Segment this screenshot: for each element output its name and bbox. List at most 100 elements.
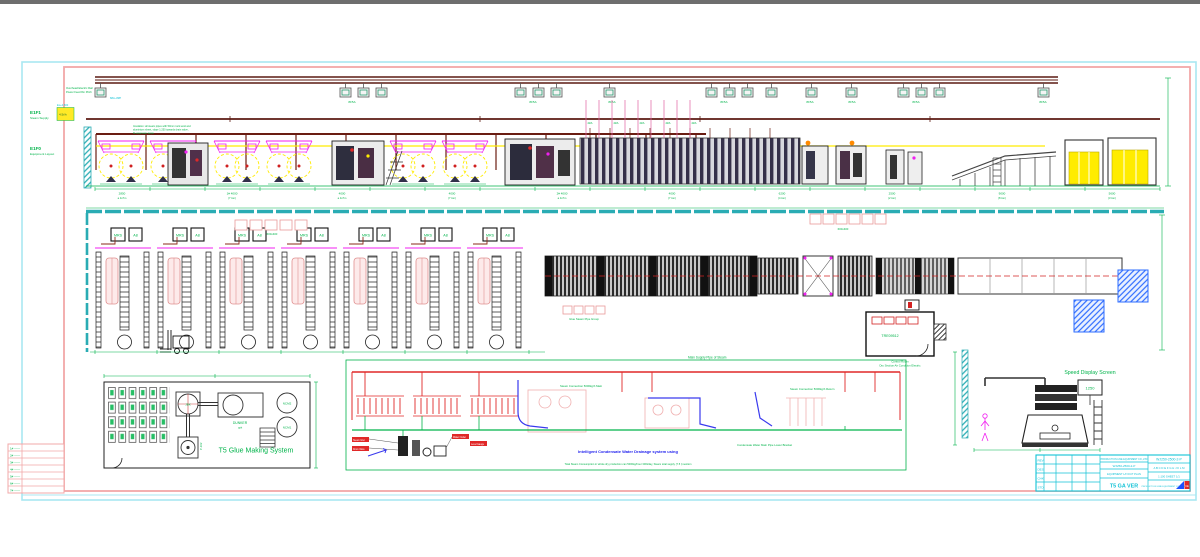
drainage-system-title: Intelligent Condensate Water Drainage sy… — [578, 449, 678, 454]
stacker-pallet-b — [1118, 270, 1148, 302]
steam-main-label: Main Supply Pipe of Steam — [688, 356, 727, 360]
starch-bag-grid — [108, 387, 170, 445]
callout-drain-valve: Drain Valve — [353, 448, 365, 451]
storage-tank-1: NCM1 — [283, 426, 292, 430]
speed-display-section: Speed Display Screen 1250 — [953, 350, 1116, 452]
steam-supply-code: E1F1 — [30, 110, 41, 115]
title-block-chk: CHK — [1038, 477, 1044, 481]
stairs — [260, 428, 275, 447]
callout-level-gauge: Level Gauge — [471, 444, 485, 446]
down-stackers — [1065, 138, 1156, 185]
dim-label: 2850 — [119, 192, 126, 196]
dim-sublabel: (4 ton) — [778, 196, 786, 200]
legend-row: 4# —— — [10, 468, 20, 472]
dim-sublabel: (3 ton) — [1108, 196, 1116, 200]
dim-label: 6200 — [779, 192, 786, 196]
glue-system-title: T5 Glue Making System — [219, 448, 294, 455]
title-block-drawing-no: WJ250-2500-2-P — [1156, 458, 1182, 462]
title-block-des: DES — [1038, 468, 1044, 472]
steam-note-3: fit expansion loops — [133, 132, 154, 135]
dim-label: 9000 — [999, 192, 1006, 196]
dim-sublabel: (8 ton) — [998, 196, 1006, 200]
overhead-rail — [95, 77, 1058, 83]
rail-tag: 8#A~8#P — [110, 96, 121, 100]
glue-tank-sub: uph — [238, 426, 243, 430]
speed-display-value: 1250 — [1086, 386, 1096, 391]
steam-spec-line: Total Steam Consumption in whole dry pro… — [565, 462, 692, 466]
slitter-cutoff-units — [802, 141, 922, 184]
legend-row: 2# —— — [10, 454, 20, 458]
rail-label-1: Overhead Electric Rail — [66, 86, 93, 90]
rail-hangers: 8F5A 8F5A 8F5A 8F5A 8F5A 8F5A 8F5A 8F5A — [95, 83, 1049, 104]
pump-tag: P-102 — [199, 442, 203, 450]
steam-piping-schematic: Main Supply Pipe of Steam — [346, 356, 906, 471]
control-room-tag: TRE09512 — [881, 334, 898, 338]
dim-label: 1# 4000 — [227, 192, 238, 196]
hanger-label: 8F5A — [912, 100, 919, 104]
storage-tanks: NCM2 NCM1 — [277, 393, 297, 437]
title-block-title: T5 GA VER — [1110, 484, 1138, 490]
dryer-tag: 2#A — [692, 121, 697, 125]
legend-row: 6# —— — [10, 482, 20, 486]
dim-sublabel: (7 ton) — [448, 196, 456, 200]
callout-water-outlet: Water Outlet — [453, 436, 466, 439]
dim-sublabel: a 4x7m — [118, 196, 128, 200]
glue-tank-tag: DUNKER — [233, 421, 248, 425]
glue-making-system: JBK DUNKER uph NCM2 NCM1 — [104, 374, 318, 468]
rail-label-2: Power Feed 8m Pitch — [66, 90, 92, 94]
control-room-label-2: Dry Section Air Condition Electric — [879, 364, 921, 368]
ghost-units — [528, 390, 826, 432]
condensate-green-main — [352, 416, 902, 430]
mixer-tag: JBK — [185, 403, 191, 407]
speed-display-screen: 1250 — [1078, 380, 1102, 405]
steam-supply-label: Steam Supply — [30, 116, 49, 120]
equipment-cluster-b: 600x400 — [810, 214, 886, 231]
steam-elevation-tag: EL+4.500 — [57, 103, 69, 107]
glue-tank: DUNKER uph — [218, 393, 263, 430]
equipment-layout-code: E1F0 — [30, 146, 41, 151]
dim-sublabel: (7 ton) — [228, 196, 236, 200]
roll-stand-bays — [98, 141, 488, 184]
glue-pump: P-102 — [178, 437, 203, 458]
drawing-canvas: MRS A8 — [0, 0, 1200, 557]
steam-tag: 4.5t/h — [59, 113, 67, 117]
legend-table: 1# —— 2# —— 3# —— 4# —— 5# —— 6# —— 7# —… — [8, 444, 64, 493]
glue-group-label: Glue Steam Pipe Group — [569, 317, 599, 321]
hanger-label: 8F5A — [529, 100, 536, 104]
control-room: TRE09512 Control Room Dry Section Air Co… — [866, 300, 946, 368]
title-block-company: PRODUCTION LINE EQUIPMENT CO.,LTD — [1101, 458, 1148, 461]
dim-label: 4000 — [449, 192, 456, 196]
dryer-tag: 2#A — [588, 121, 593, 125]
plan-view: 600x400 600x400 — [86, 208, 1165, 368]
side-view-dims — [953, 352, 1100, 452]
title-block-subtitle: EQUIPMENT LAYOUT PLAN — [1107, 472, 1141, 476]
title-block: REV DES CHK STD PRODUCTION LINE EQUIPMEN… — [1036, 455, 1190, 491]
title-block-scale: 1:100 SHEET 1/1 — [1158, 475, 1180, 479]
title-block-model: WJ250-2500-2-P — [1113, 464, 1136, 468]
heater-coil-banks — [356, 396, 518, 416]
dim-label: 5600 — [1109, 192, 1116, 196]
legend-row: 3# —— — [10, 461, 20, 465]
storage-tank-2: NCM2 — [283, 402, 292, 406]
hanger-label: 8F5A — [720, 100, 727, 104]
forklift-symbol — [160, 330, 189, 354]
glue-mixer: JBK — [176, 392, 200, 416]
operator-figure — [981, 414, 989, 441]
mill-roll-stand-groups — [95, 228, 523, 349]
dim-label: 4000 — [339, 192, 346, 196]
hanger-label: 8F5A — [806, 100, 813, 104]
dryer-tag: 2#A — [666, 121, 671, 125]
glue-steam-pipe-group: Glue Steam Pipe Group — [563, 306, 605, 321]
legend-row: 7# —— — [10, 489, 20, 493]
dim-sublabel: a 4x7m — [558, 196, 568, 200]
elevation-view: 8F5A 8F5A 8F5A 8F5A 8F5A 8F5A 8F5A 8F5A — [84, 77, 1171, 200]
condensate-unit: Steam Inlet Drain Valve Water Outlet Lev… — [352, 430, 487, 456]
dim-sublabel: a 4x7m — [338, 196, 348, 200]
steam-conn-label-2: Steam Connection 5000kg/h Return — [790, 387, 835, 391]
window-top-strip — [0, 0, 1200, 4]
dryer-tag: 2#A — [614, 121, 619, 125]
stacker-pallet-a — [1074, 300, 1104, 332]
steam-conn-label-1: Steam Connection 5000kg/h Main — [560, 384, 603, 388]
cluster-b-label: 600x400 — [838, 227, 849, 231]
legend-row: 5# —— — [10, 475, 20, 479]
